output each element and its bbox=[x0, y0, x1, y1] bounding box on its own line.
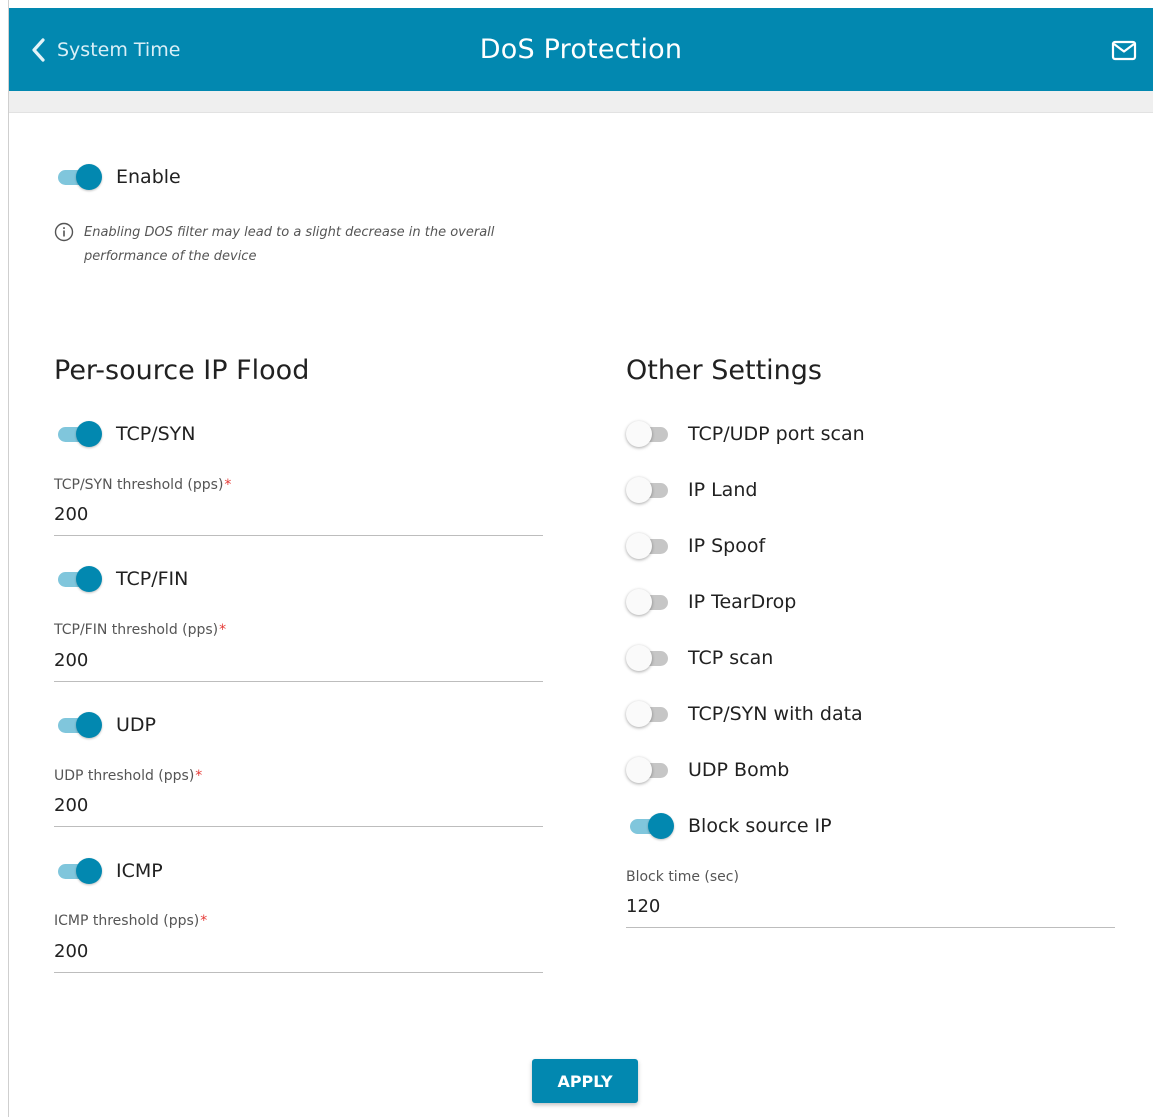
other-section-title: Other Settings bbox=[626, 355, 822, 386]
tcp-syn-label: TCP/SYN bbox=[116, 423, 196, 445]
apply-button[interactable]: APPLY bbox=[532, 1059, 638, 1103]
header-subbar bbox=[9, 91, 1153, 113]
block-time-input[interactable]: 120 bbox=[626, 892, 1115, 928]
tcp-syn-with-data-toggle[interactable] bbox=[626, 700, 672, 728]
tcp-syn-toggle[interactable] bbox=[56, 420, 102, 448]
ip-teardrop-toggle[interactable] bbox=[626, 588, 672, 616]
block-source-ip-label: Block source IP bbox=[688, 815, 832, 837]
toggle-knob bbox=[626, 701, 652, 727]
enable-info-text: Enabling DOS filter may lead to a slight… bbox=[54, 221, 514, 269]
tcp-syn-threshold-label: TCP/SYN threshold (pps)* bbox=[54, 477, 231, 493]
required-marker: * bbox=[195, 768, 203, 784]
tcp-scan-toggle[interactable] bbox=[626, 644, 672, 672]
required-marker: * bbox=[224, 477, 232, 493]
toggle-knob bbox=[648, 813, 674, 839]
settings-card: Enable Enabling DOS filter may lead to a… bbox=[9, 113, 1153, 1117]
icmp-threshold-input[interactable]: 200 bbox=[54, 937, 543, 973]
toggle-knob bbox=[76, 712, 102, 738]
udp-bomb-label: UDP Bomb bbox=[688, 759, 790, 781]
tcp-udp-port-scan-label: TCP/UDP port scan bbox=[688, 423, 865, 445]
window-left-edge bbox=[0, 0, 9, 1117]
tcp-syn-with-data-label: TCP/SYN with data bbox=[688, 703, 863, 725]
toggle-knob bbox=[76, 164, 102, 190]
udp-threshold-input[interactable]: 200 bbox=[54, 791, 543, 827]
toggle-knob bbox=[626, 757, 652, 783]
icmp-threshold-text: ICMP threshold (pps) bbox=[54, 913, 200, 929]
udp-toggle[interactable] bbox=[56, 711, 102, 739]
tcp-syn-threshold-text: TCP/SYN threshold (pps) bbox=[54, 477, 224, 493]
info-text: Enabling DOS filter may lead to a slight… bbox=[84, 225, 495, 264]
page-header: System Time DoS Protection bbox=[9, 8, 1153, 91]
enable-toggle[interactable] bbox=[56, 163, 102, 191]
tcp-udp-port-scan-toggle[interactable] bbox=[626, 420, 672, 448]
udp-threshold-label: UDP threshold (pps)* bbox=[54, 768, 202, 784]
toggle-knob bbox=[76, 858, 102, 884]
required-marker: * bbox=[219, 622, 227, 638]
toggle-knob bbox=[76, 421, 102, 447]
tcp-fin-toggle[interactable] bbox=[56, 565, 102, 593]
tcp-scan-label: TCP scan bbox=[688, 647, 774, 669]
page-title: DoS Protection bbox=[479, 34, 683, 65]
toggle-knob bbox=[626, 645, 652, 671]
ip-land-toggle[interactable] bbox=[626, 476, 672, 504]
tcp-fin-label: TCP/FIN bbox=[116, 568, 189, 590]
block-time-label: Block time (sec) bbox=[626, 869, 739, 885]
toggle-knob bbox=[626, 421, 652, 447]
icmp-label: ICMP bbox=[116, 860, 163, 882]
ip-spoof-toggle[interactable] bbox=[626, 532, 672, 560]
toggle-knob bbox=[626, 589, 652, 615]
enable-label: Enable bbox=[116, 166, 181, 188]
udp-threshold-text: UDP threshold (pps) bbox=[54, 768, 195, 784]
icmp-threshold-label: ICMP threshold (pps)* bbox=[54, 913, 207, 929]
window-top-edge bbox=[0, 0, 1153, 8]
required-marker: * bbox=[200, 913, 208, 929]
mail-icon[interactable] bbox=[1111, 40, 1137, 66]
toggle-knob bbox=[76, 566, 102, 592]
tcp-fin-threshold-input[interactable]: 200 bbox=[54, 646, 543, 682]
toggle-knob bbox=[626, 477, 652, 503]
udp-label: UDP bbox=[116, 714, 156, 736]
ip-spoof-label: IP Spoof bbox=[688, 535, 766, 557]
ip-teardrop-label: IP TearDrop bbox=[688, 591, 797, 613]
tcp-syn-threshold-input[interactable]: 200 bbox=[54, 500, 543, 536]
flood-section-title: Per-source IP Flood bbox=[54, 355, 310, 386]
tcp-fin-threshold-text: TCP/FIN threshold (pps) bbox=[54, 622, 219, 638]
udp-bomb-toggle[interactable] bbox=[626, 756, 672, 784]
toggle-knob bbox=[626, 533, 652, 559]
ip-land-label: IP Land bbox=[688, 479, 758, 501]
tcp-fin-threshold-label: TCP/FIN threshold (pps)* bbox=[54, 622, 226, 638]
icmp-toggle[interactable] bbox=[56, 857, 102, 885]
block-source-ip-toggle[interactable] bbox=[628, 812, 674, 840]
